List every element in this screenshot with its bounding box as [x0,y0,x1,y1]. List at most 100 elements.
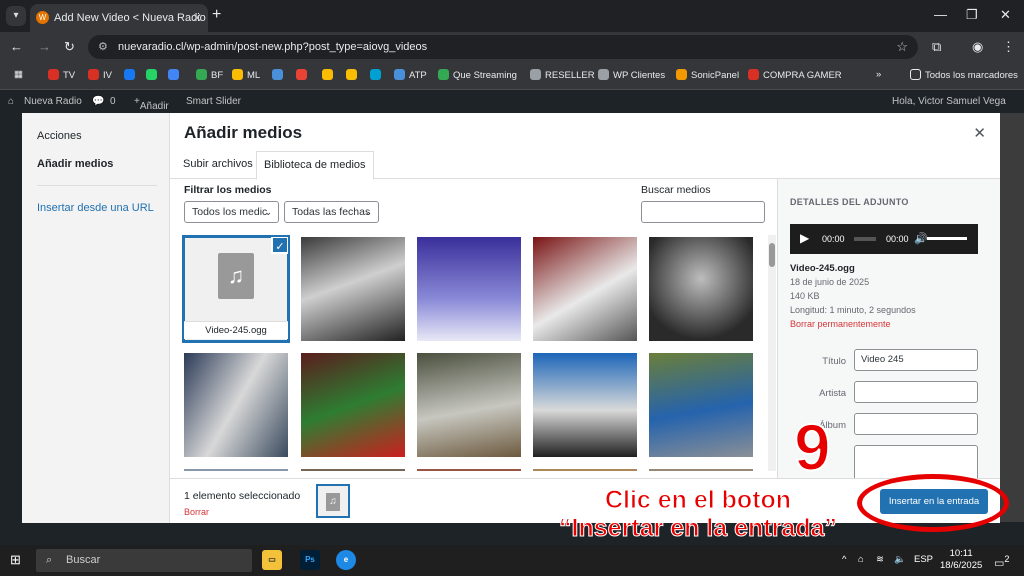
attachment-image[interactable] [301,469,405,471]
network-icon[interactable]: ⌂ [858,554,864,565]
taskbar-search-label: Buscar [66,554,101,566]
comments-icon[interactable]: 💬 [92,96,104,107]
new-tab-icon[interactable]: + [212,6,221,24]
new-content[interactable]: + Añadir [134,96,169,112]
window-close-icon[interactable]: ✕ [1000,7,1011,23]
forward-icon[interactable]: → [38,39,51,54]
bookmark-favicon-icon [322,69,333,80]
title-field[interactable]: Video 245 [854,349,978,371]
volume-slider[interactable] [927,237,967,240]
close-icon[interactable]: ✕ [192,4,202,32]
site-info-icon[interactable]: ⚙ [98,35,108,59]
attachment-image[interactable] [533,237,637,341]
menu-insert-url[interactable]: Insertar desde una URL [37,202,154,214]
extensions-icon[interactable]: ⧉ [932,39,941,55]
attachment-image[interactable] [417,237,521,341]
tab-library[interactable]: Biblioteca de medios [256,151,374,180]
clock[interactable]: 10:11 18/6/2025 [940,548,982,572]
bookmark-item[interactable] [146,69,161,81]
photoshop-icon[interactable]: Ps [300,550,320,570]
attachment-image[interactable] [533,353,637,457]
bookmark-favicon-icon [196,69,207,80]
instruction-line-2: “Insertar en la entrada” [559,514,838,543]
minimize-icon[interactable]: — [934,7,947,22]
bookmark-item[interactable] [124,69,139,81]
attachment-image[interactable] [649,469,753,471]
site-name[interactable]: Nueva Radio [24,96,82,107]
bookmark-item[interactable] [296,69,311,81]
bookmark-item[interactable]: RESELLER [530,69,595,81]
bookmark-item[interactable]: ML [232,69,260,81]
more-bookmarks-icon[interactable]: » [876,69,881,80]
bookmark-item[interactable] [272,69,287,81]
attachment-image[interactable] [417,469,521,471]
menu-icon[interactable]: ⋮ [1002,39,1015,55]
all-bookmarks[interactable]: Todos los marcadores [910,69,1018,81]
language-indicator[interactable]: ESP [914,554,933,565]
speaker-icon[interactable]: 🔈 [894,554,906,565]
bookmark-star-icon[interactable]: ☆ [896,35,908,59]
bookmark-item[interactable] [346,69,361,81]
bookmark-item[interactable]: BF [196,69,223,81]
wp-logo-icon[interactable]: ⌂ [8,96,14,107]
file-explorer-icon[interactable]: ▭ [262,550,282,570]
bookmark-label: Que Streaming [453,70,517,81]
tab-upload[interactable]: Subir archivos [176,151,260,179]
attachment-image[interactable] [649,353,753,457]
edge-icon[interactable]: e [336,550,356,570]
bookmark-item[interactable] [370,69,385,81]
windows-start-icon[interactable]: ⊞ [10,552,21,568]
bookmark-label: TV [63,70,76,81]
attachment-image[interactable] [301,237,405,341]
album-field[interactable] [854,413,978,435]
bookmark-label: COMPRA GAMER [763,70,842,81]
attachment-audio[interactable]: ♫ Video-245.ogg ✓ [182,235,290,343]
browser-tab[interactable]: W Add New Video < Nueva Radio ✕ [30,4,208,32]
grid-scrollbar[interactable] [768,235,776,471]
clear-selection-link[interactable]: Borrar [184,507,209,517]
back-icon[interactable]: ← [10,39,23,54]
bookmark-item[interactable] [168,69,183,81]
taskbar-search[interactable]: ⌕ Buscar [36,549,252,572]
progress-track[interactable] [854,237,876,241]
close-icon[interactable]: ✕ [973,124,986,142]
bookmark-favicon-icon [232,69,243,80]
reload-icon[interactable]: ↻ [64,39,75,55]
attachment-image[interactable] [184,469,288,471]
selection-thumbnail[interactable]: ♫ [316,484,350,518]
attachment-image[interactable] [533,469,637,471]
restore-icon[interactable]: ❐ [966,7,978,23]
notifications-icon[interactable]: ▭2 [994,554,1010,570]
artist-field[interactable] [854,381,978,403]
tray-chevron-icon[interactable]: ^ [842,554,846,565]
bookmark-item[interactable]: TV [48,69,75,81]
attachment-image[interactable] [301,353,405,457]
attachment-image[interactable] [649,237,753,341]
wp-admin-bottom [0,522,1024,545]
menu-add-media[interactable]: Añadir medios [37,158,113,170]
bookmark-item[interactable]: SonicPanel [676,69,739,81]
filter-type-select[interactable]: Todos los medic ⌄ [184,201,279,223]
filter-date-select[interactable]: Todas las fechas ⌄ [284,201,379,223]
play-icon[interactable]: ▶ [800,231,809,245]
bookmark-item[interactable]: COMPRA GAMER [748,69,842,81]
search-input[interactable] [641,201,765,223]
bookmark-item[interactable]: IV [88,69,112,81]
check-icon[interactable]: ✓ [271,237,288,254]
account-greeting[interactable]: Hola, Victor Samuel Vega [892,96,1006,107]
bookmark-item[interactable]: WP Clientes [598,69,665,81]
volume-icon[interactable]: 🔊 [914,232,928,245]
audio-file-icon: ♫ [326,493,340,511]
url-field[interactable]: ⚙ nuevaradio.cl/wp-admin/post-new.php?po… [88,35,918,59]
bookmark-item[interactable]: ATP [394,69,427,81]
tab-search-icon[interactable]: ▾ [6,6,26,26]
profile-icon[interactable]: ◉ [972,39,983,55]
apps-icon[interactable]: ▦ [14,69,23,80]
bookmark-item[interactable]: Que Streaming [438,69,517,81]
smart-slider-link[interactable]: Smart Slider [186,96,241,107]
delete-link[interactable]: Borrar permanentemente [790,319,891,329]
wifi-icon[interactable]: ≋ [876,554,884,565]
bookmark-item[interactable] [322,69,337,81]
attachment-image[interactable] [417,353,521,457]
attachment-image[interactable] [184,353,288,457]
